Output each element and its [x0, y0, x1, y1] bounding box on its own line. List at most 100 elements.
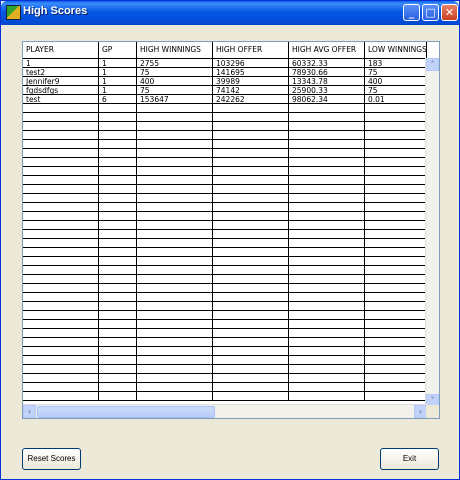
table-row[interactable]: test2 1 75 141695 78930.66 75	[23, 68, 427, 77]
empty-row[interactable]	[23, 113, 427, 122]
horizontal-scroll-thumb[interactable]	[37, 406, 215, 418]
column-header[interactable]: PLAYER	[23, 42, 99, 58]
table-cell[interactable]	[213, 212, 289, 221]
table-cell[interactable]	[23, 176, 99, 185]
empty-row[interactable]	[23, 185, 427, 194]
table-cell[interactable]	[289, 212, 365, 221]
table-cell[interactable]	[23, 275, 99, 284]
table-cell[interactable]	[23, 167, 99, 176]
table-cell[interactable]	[137, 140, 213, 149]
table-cell[interactable]	[365, 311, 427, 320]
table-cell[interactable]	[99, 149, 137, 158]
table-cell[interactable]: 153647	[137, 95, 213, 104]
table-cell[interactable]	[365, 302, 427, 311]
table-cell[interactable]: 60332.33	[289, 59, 365, 68]
table-cell[interactable]	[289, 221, 365, 230]
table-cell[interactable]	[99, 194, 137, 203]
table-cell[interactable]	[289, 104, 365, 113]
table-cell[interactable]	[289, 176, 365, 185]
column-header[interactable]: LOW WINNINGS	[365, 42, 427, 58]
table-cell[interactable]	[99, 158, 137, 167]
table-cell[interactable]	[289, 284, 365, 293]
column-header[interactable]: HIGH AVG OFFER	[289, 42, 365, 58]
table-cell[interactable]	[137, 347, 213, 356]
table-cell[interactable]	[23, 239, 99, 248]
table-cell[interactable]	[99, 230, 137, 239]
table-cell[interactable]: 183	[365, 59, 427, 68]
table-cell[interactable]	[137, 365, 213, 374]
table-row[interactable]: 1 1 2755 103296 60332.33 183	[23, 59, 427, 68]
table-cell[interactable]	[365, 194, 427, 203]
table-cell[interactable]	[365, 248, 427, 257]
table-cell[interactable]	[23, 356, 99, 365]
table-cell[interactable]	[99, 365, 137, 374]
table-cell[interactable]	[99, 320, 137, 329]
table-cell[interactable]	[213, 122, 289, 131]
table-cell[interactable]	[23, 302, 99, 311]
empty-row[interactable]	[23, 158, 427, 167]
table-cell[interactable]: 242262	[213, 95, 289, 104]
table-cell[interactable]	[99, 266, 137, 275]
table-cell[interactable]	[99, 347, 137, 356]
empty-row[interactable]	[23, 284, 427, 293]
title-bar[interactable]: High Scores _ □ ✕	[1, 1, 459, 25]
table-cell[interactable]	[23, 149, 99, 158]
table-cell[interactable]	[365, 131, 427, 140]
empty-row[interactable]	[23, 248, 427, 257]
table-cell[interactable]	[23, 383, 99, 392]
table-cell[interactable]	[289, 383, 365, 392]
empty-row[interactable]	[23, 203, 427, 212]
empty-row[interactable]	[23, 347, 427, 356]
table-cell[interactable]	[365, 347, 427, 356]
table-cell[interactable]	[289, 248, 365, 257]
table-cell[interactable]	[289, 275, 365, 284]
table-cell[interactable]	[99, 383, 137, 392]
table-cell[interactable]	[289, 338, 365, 347]
table-cell[interactable]	[23, 329, 99, 338]
table-cell[interactable]	[23, 212, 99, 221]
table-cell[interactable]	[213, 365, 289, 374]
table-cell[interactable]	[213, 293, 289, 302]
table-cell[interactable]	[23, 293, 99, 302]
table-cell[interactable]	[213, 185, 289, 194]
table-cell[interactable]	[213, 140, 289, 149]
table-cell[interactable]	[289, 392, 365, 401]
empty-row[interactable]	[23, 302, 427, 311]
table-cell[interactable]	[365, 338, 427, 347]
table-cell[interactable]	[289, 374, 365, 383]
table-cell[interactable]	[23, 230, 99, 239]
table-cell[interactable]	[213, 275, 289, 284]
table-cell[interactable]	[365, 320, 427, 329]
table-cell[interactable]	[99, 248, 137, 257]
vertical-scrollbar[interactable]: ˄ ˅	[425, 58, 439, 407]
table-cell[interactable]	[213, 104, 289, 113]
table-cell[interactable]: 103296	[213, 59, 289, 68]
empty-row[interactable]	[23, 365, 427, 374]
table-cell[interactable]: Jennifer9	[23, 77, 99, 86]
empty-row[interactable]	[23, 293, 427, 302]
table-cell[interactable]	[213, 392, 289, 401]
table-cell[interactable]	[137, 392, 213, 401]
close-button[interactable]: ✕	[441, 4, 458, 21]
table-cell[interactable]: 75	[137, 86, 213, 95]
table-cell[interactable]	[137, 230, 213, 239]
table-cell[interactable]: 75	[365, 86, 427, 95]
table-cell[interactable]: 400	[137, 77, 213, 86]
empty-row[interactable]	[23, 257, 427, 266]
empty-row[interactable]	[23, 221, 427, 230]
empty-row[interactable]	[23, 104, 427, 113]
table-cell[interactable]: 25900.33	[289, 86, 365, 95]
empty-row[interactable]	[23, 275, 427, 284]
table-cell[interactable]	[137, 383, 213, 392]
table-cell[interactable]	[289, 113, 365, 122]
table-cell[interactable]	[213, 221, 289, 230]
table-cell[interactable]	[365, 266, 427, 275]
table-cell[interactable]	[137, 158, 213, 167]
table-cell[interactable]	[23, 185, 99, 194]
table-cell[interactable]	[365, 230, 427, 239]
table-cell[interactable]	[289, 329, 365, 338]
empty-row[interactable]	[23, 122, 427, 131]
table-cell[interactable]	[137, 113, 213, 122]
table-cell[interactable]	[213, 347, 289, 356]
table-cell[interactable]	[23, 266, 99, 275]
